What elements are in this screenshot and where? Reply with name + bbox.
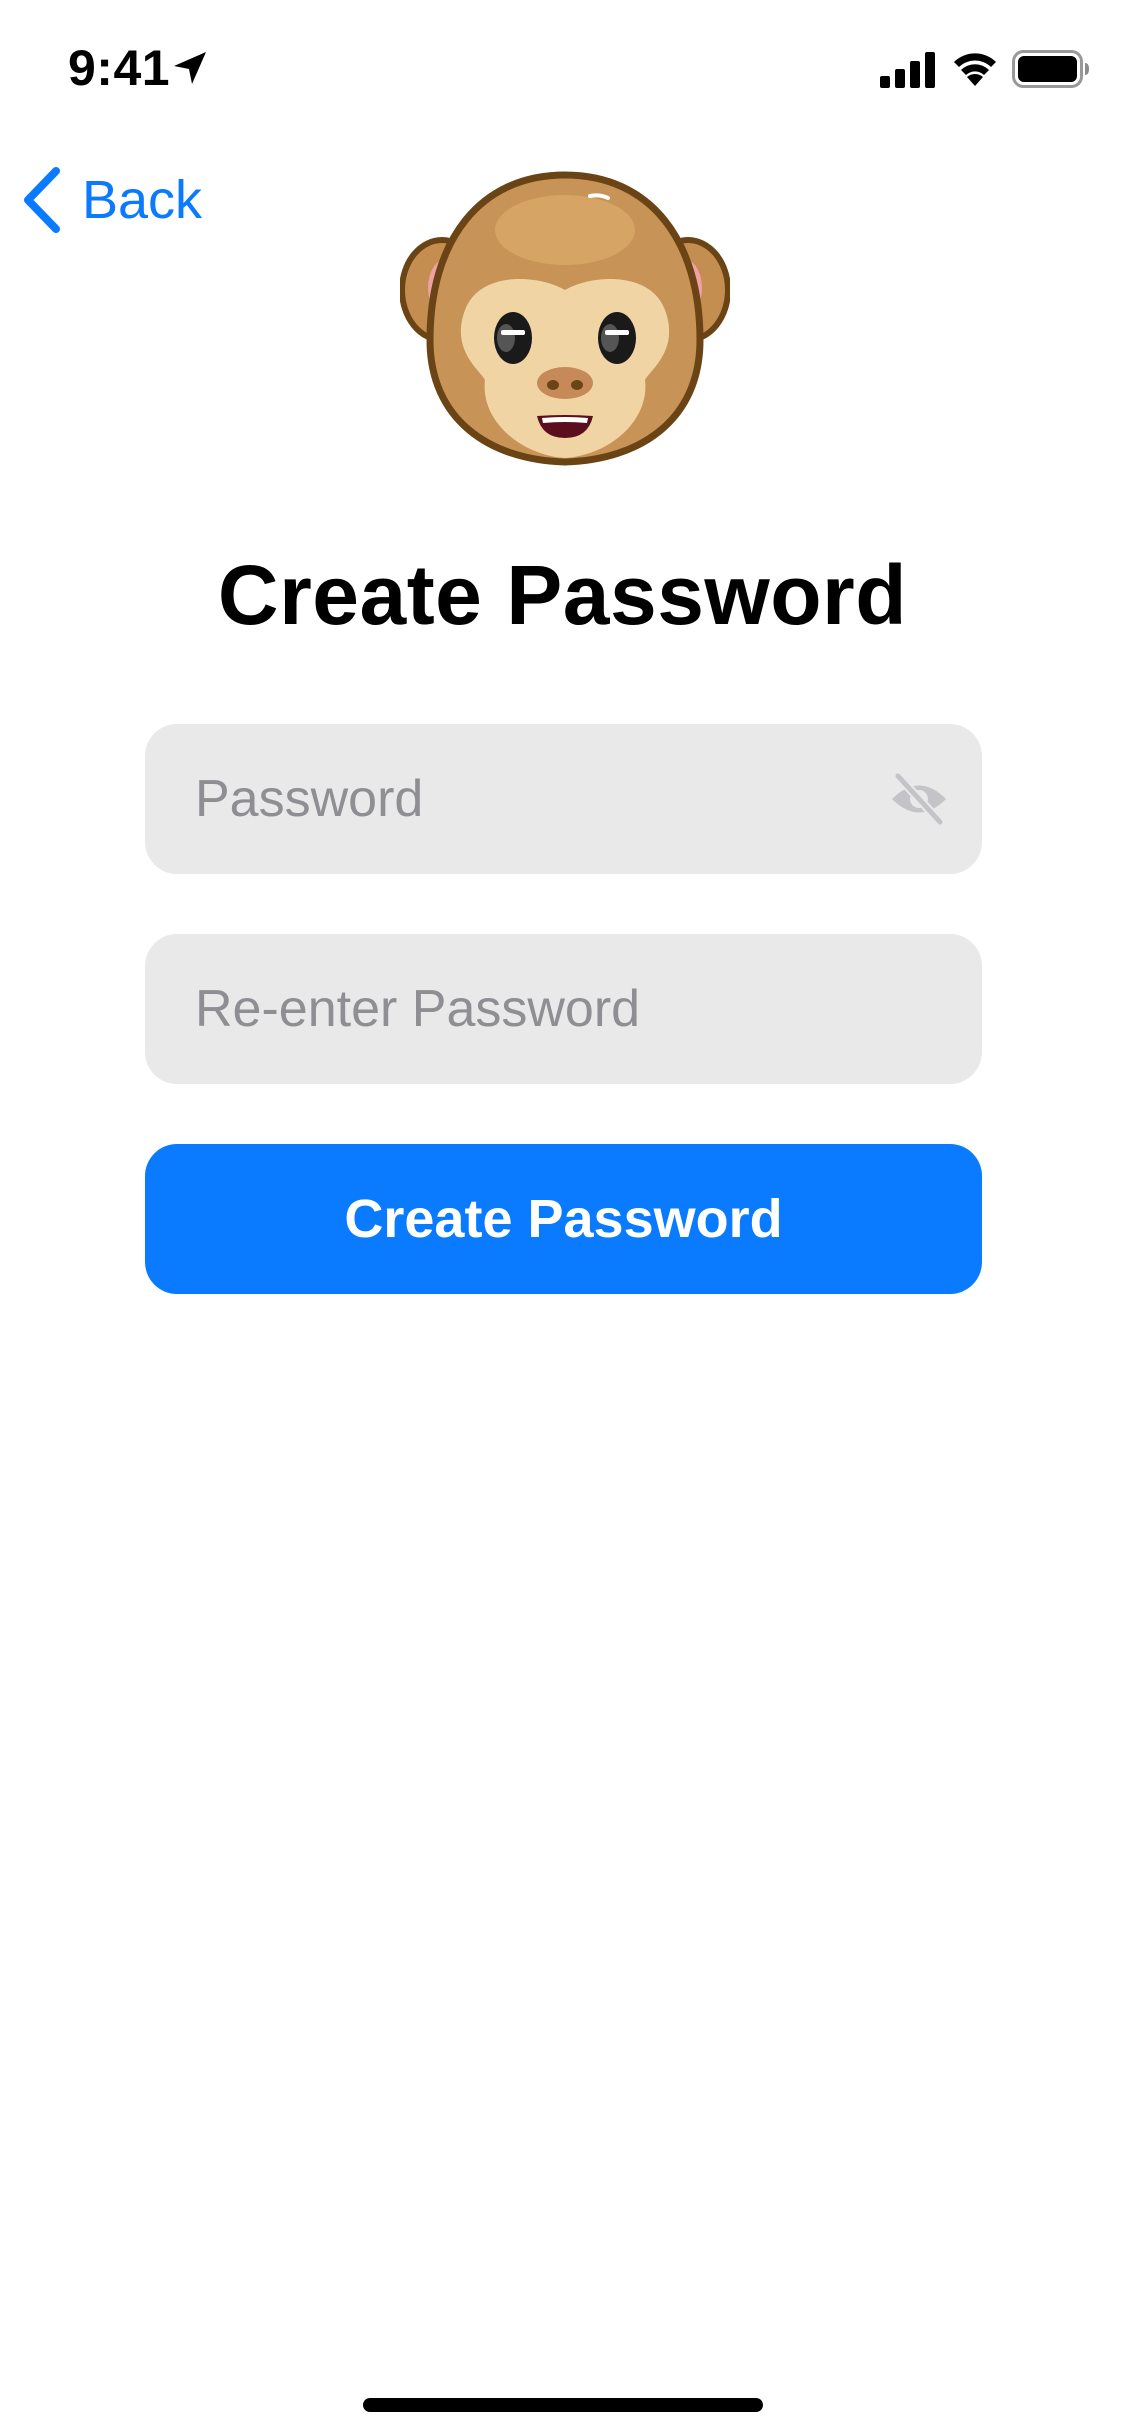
status-time: 9:41 — [68, 40, 171, 96]
reenter-password-input[interactable] — [193, 978, 934, 1040]
create-password-button[interactable]: Create Password — [145, 1144, 982, 1294]
eye-slash-icon[interactable] — [888, 770, 950, 828]
location-arrow-icon — [174, 52, 206, 84]
page-title: Create Password — [217, 548, 908, 642]
reenter-password-field[interactable] — [145, 934, 982, 1084]
create-password-button-label: Create Password — [344, 1189, 783, 1249]
password-input[interactable] — [193, 768, 934, 830]
monkey-face-emoji — [400, 171, 730, 466]
chevron-left-icon — [24, 167, 60, 233]
back-button[interactable]: Back — [20, 160, 202, 240]
password-field[interactable] — [145, 724, 982, 874]
back-label: Back — [82, 170, 203, 230]
battery-icon — [1012, 50, 1089, 88]
cellular-signal-icon — [880, 52, 935, 88]
home-indicator[interactable] — [363, 2398, 763, 2412]
wifi-icon — [954, 53, 996, 86]
status-bar: 9:41 — [0, 0, 1125, 140]
